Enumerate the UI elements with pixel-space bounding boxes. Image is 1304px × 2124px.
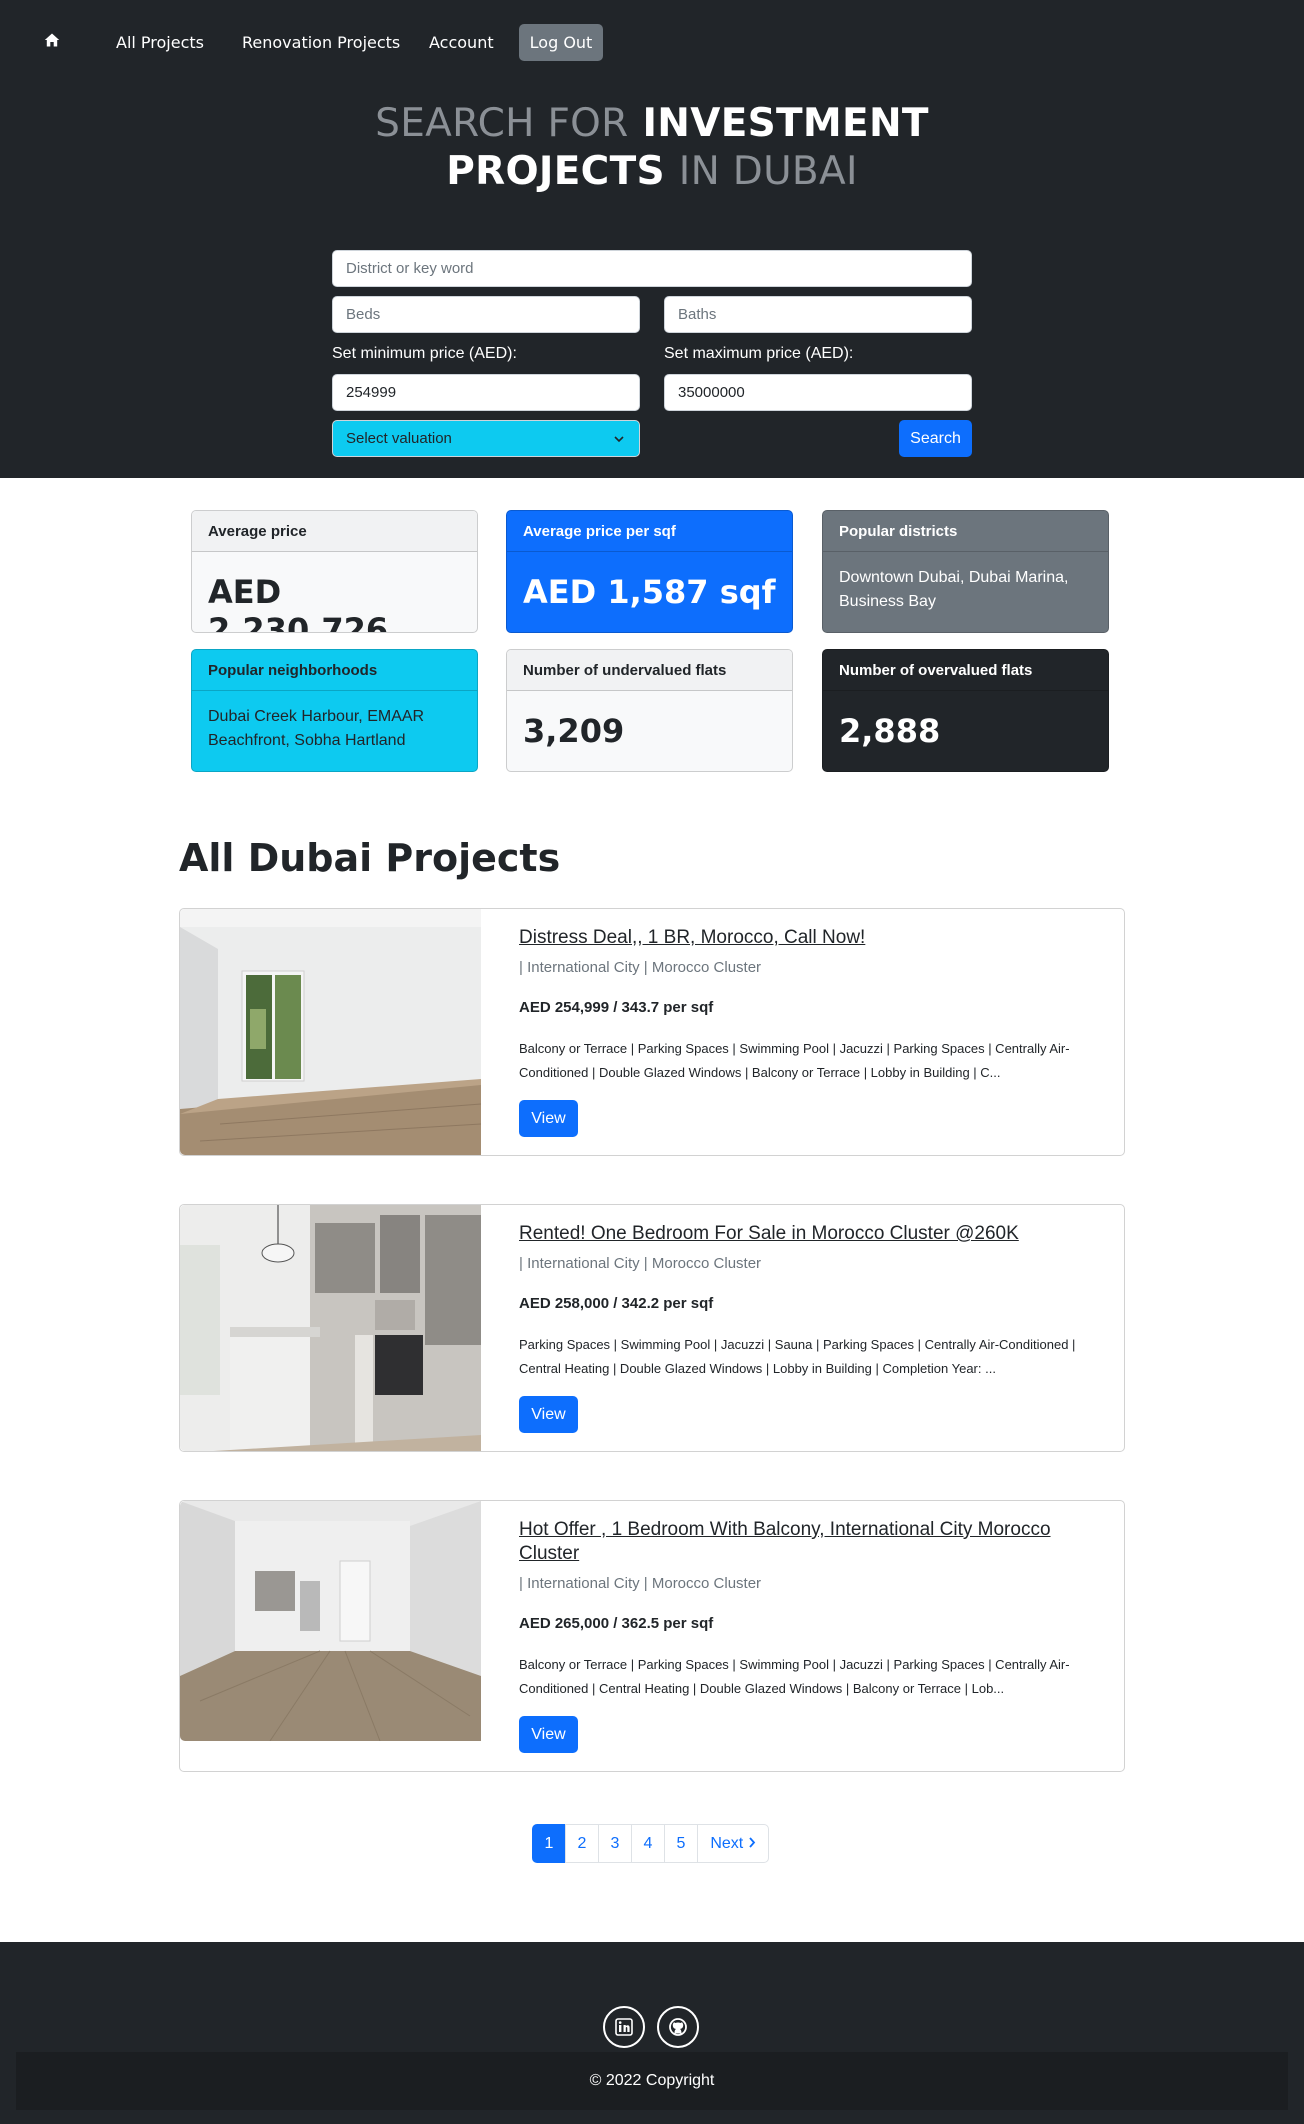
listing-title[interactable]: Hot Offer , 1 Bedroom With Balcony, Inte…	[519, 1518, 1109, 1566]
stat-card-average-price: Average price AED 2,230,726	[191, 510, 478, 633]
stat-header: Number of overvalued flats	[823, 650, 1108, 691]
listing-photo	[180, 909, 481, 1155]
chevron-down-icon	[613, 421, 625, 456]
stat-card-average-price-sqf: Average price per sqf AED 1,587 sqf	[506, 510, 793, 633]
stat-value: 3,209	[523, 712, 625, 750]
stat-header: Number of undervalued flats	[507, 650, 792, 691]
valuation-select-value: Select valuation	[346, 430, 452, 447]
hero-header: All Projects Renovation Projects Account…	[0, 0, 1304, 478]
nav-renovation-projects[interactable]: Renovation Projects	[242, 33, 400, 52]
stat-header: Average price per sqf	[507, 511, 792, 552]
logout-button[interactable]: Log Out	[519, 24, 603, 61]
min-price-input[interactable]: 254999	[332, 374, 640, 411]
chevron-right-icon	[748, 1835, 756, 1852]
stat-card-undervalued: Number of undervalued flats 3,209	[506, 649, 793, 772]
view-button[interactable]: View	[519, 1716, 578, 1753]
listing-price: AED 254,999 / 343.7 per sqf	[519, 999, 714, 1016]
stat-value: AED 1,587 sqf	[523, 573, 776, 611]
github-icon[interactable]	[657, 2006, 699, 2048]
view-button[interactable]: View	[519, 1396, 578, 1433]
view-button[interactable]: View	[519, 1100, 578, 1137]
listing-card: Rented! One Bedroom For Sale in Morocco …	[179, 1204, 1125, 1452]
listing-price: AED 265,000 / 362.5 per sqf	[519, 1615, 714, 1632]
section-title: All Dubai Projects	[179, 836, 561, 880]
page-3[interactable]: 3	[598, 1824, 632, 1863]
nav-all-projects[interactable]: All Projects	[116, 33, 204, 52]
stat-value: 2,888	[839, 712, 941, 750]
stat-card-popular-districts: Popular districts Downtown Dubai, Dubai …	[822, 510, 1109, 633]
min-price-label: Set minimum price (AED):	[332, 345, 517, 362]
listing-price: AED 258,000 / 342.2 per sqf	[519, 1295, 714, 1312]
keyword-input[interactable]: District or key word	[332, 250, 972, 287]
listing-location: | International City | Morocco Cluster	[519, 1255, 762, 1272]
page-2[interactable]: 2	[565, 1824, 599, 1863]
next-label: Next	[710, 1835, 744, 1852]
stat-header: Popular districts	[823, 511, 1108, 552]
stat-card-overvalued: Number of overvalued flats 2,888	[822, 649, 1109, 772]
page-4[interactable]: 4	[631, 1824, 665, 1863]
listing-title[interactable]: Distress Deal,, 1 BR, Morocco, Call Now!	[519, 926, 1109, 950]
stat-value: Dubai Creek Harbour, EMAAR Beachfront, S…	[208, 708, 425, 749]
max-price-input[interactable]: 35000000	[664, 374, 972, 411]
stat-value: Downtown Dubai, Dubai Marina, Business B…	[839, 569, 1069, 610]
home-icon[interactable]	[42, 30, 62, 50]
copyright: © 2022 Copyright	[16, 2052, 1288, 2110]
listing-features: Parking Spaces | Swimming Pool | Jacuzzi…	[519, 1337, 1076, 1376]
stat-card-popular-neighborhoods: Popular neighborhoods Dubai Creek Harbou…	[191, 649, 478, 772]
title-part-investment: INVESTMENT	[642, 101, 929, 146]
listing-title[interactable]: Rented! One Bedroom For Sale in Morocco …	[519, 1222, 1109, 1246]
pagination: 1 2 3 4 5 Next	[532, 1824, 769, 1863]
linkedin-icon[interactable]	[603, 2006, 645, 2048]
stat-header: Average price	[192, 511, 477, 552]
listing-location: | International City | Morocco Cluster	[519, 1575, 762, 1592]
listing-photo	[180, 1205, 481, 1451]
listing-photo	[180, 1501, 481, 1741]
title-part-projects: PROJECTS	[446, 149, 665, 194]
nav-account[interactable]: Account	[429, 33, 494, 52]
footer: © 2022 Copyright	[0, 1942, 1304, 2124]
listing-card: Distress Deal,, 1 BR, Morocco, Call Now!…	[179, 908, 1125, 1156]
listing-features: Balcony or Terrace | Parking Spaces | Sw…	[519, 1657, 1070, 1696]
next-page-button[interactable]: Next	[697, 1824, 769, 1863]
page-1[interactable]: 1	[532, 1824, 566, 1863]
listing-features: Balcony or Terrace | Parking Spaces | Sw…	[519, 1041, 1070, 1080]
stat-value: AED 2,230,726	[208, 573, 389, 633]
baths-input[interactable]: Baths	[664, 296, 972, 333]
listing-card: Hot Offer , 1 Bedroom With Balcony, Inte…	[179, 1500, 1125, 1772]
beds-input[interactable]: Beds	[332, 296, 640, 333]
page-title: SEARCH FOR INVESTMENT PROJECTS IN DUBAI	[0, 100, 1304, 196]
valuation-select[interactable]: Select valuation	[332, 420, 640, 457]
title-part-search-for: SEARCH FOR	[375, 101, 629, 146]
navbar: All Projects Renovation Projects Account…	[0, 0, 1304, 86]
listing-location: | International City | Morocco Cluster	[519, 959, 762, 976]
page-5[interactable]: 5	[664, 1824, 698, 1863]
stat-header: Popular neighborhoods	[192, 650, 477, 691]
max-price-label: Set maximum price (AED):	[664, 345, 854, 362]
search-button[interactable]: Search	[899, 420, 972, 457]
title-part-in-dubai: IN DUBAI	[678, 149, 858, 194]
